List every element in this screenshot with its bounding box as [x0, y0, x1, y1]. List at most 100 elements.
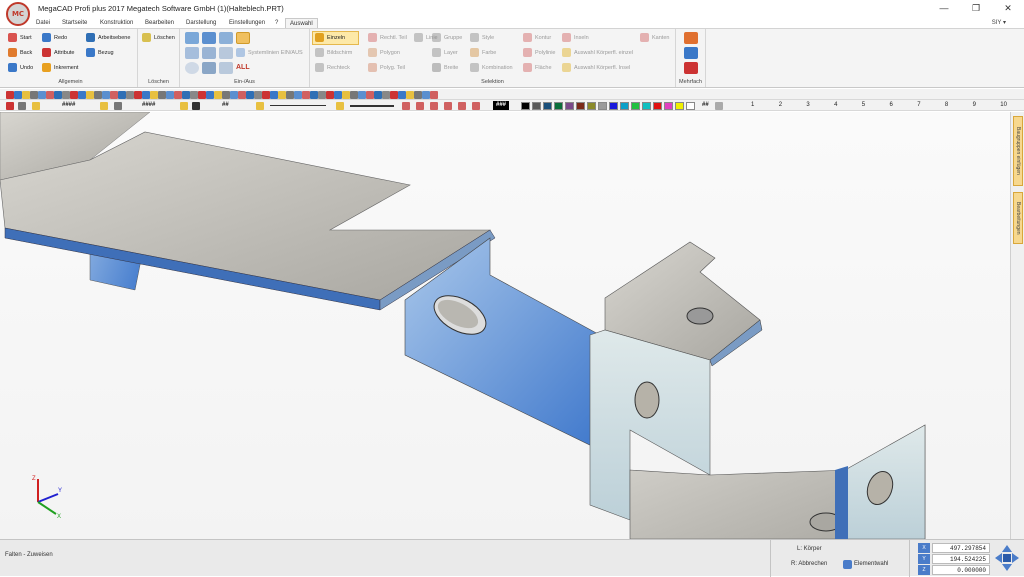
attribute-button[interactable]: Attribute: [42, 47, 74, 59]
color-swatch[interactable]: [532, 102, 541, 110]
draw-icon-4[interactable]: [444, 102, 452, 110]
inseln-button[interactable]: Inseln: [562, 32, 589, 44]
breite-button[interactable]: Breite: [432, 62, 458, 74]
arc-icon[interactable]: [202, 32, 216, 44]
undo-button[interactable]: Undo: [8, 62, 33, 74]
tool-icon[interactable]: [294, 91, 302, 99]
point-icon[interactable]: [185, 32, 199, 44]
tool-icon[interactable]: [254, 91, 262, 99]
color-swatch[interactable]: [631, 102, 640, 110]
kombination-button[interactable]: Kombination: [470, 62, 513, 74]
tool-icon[interactable]: [326, 91, 334, 99]
systemlinien-toggle[interactable]: Systemlinien EIN/AUS: [236, 47, 303, 59]
style-icon-1[interactable]: [6, 102, 14, 110]
tool-icon[interactable]: [174, 91, 182, 99]
tool-icon[interactable]: [246, 91, 254, 99]
sheet-metal-model[interactable]: [0, 112, 1010, 539]
tool-icon[interactable]: [70, 91, 78, 99]
tool-icon[interactable]: [278, 91, 286, 99]
close-button[interactable]: ✕: [994, 2, 1022, 15]
tool-icon[interactable]: [62, 91, 70, 99]
line-style-field[interactable]: ####: [62, 101, 75, 110]
tool-icon[interactable]: [38, 91, 46, 99]
tool-icon[interactable]: [22, 91, 30, 99]
tool-icon[interactable]: [286, 91, 294, 99]
tool-icon[interactable]: [374, 91, 382, 99]
coord-x-value[interactable]: 497.297854: [932, 543, 990, 553]
inkrement-button[interactable]: Inkrement: [42, 62, 78, 74]
color-swatch[interactable]: [565, 102, 574, 110]
redo-button[interactable]: Redo: [42, 32, 67, 44]
tab-startseite[interactable]: Startseite: [58, 18, 91, 28]
tool-icon[interactable]: [166, 91, 174, 99]
color-swatch[interactable]: [587, 102, 596, 110]
tool-icon[interactable]: [230, 91, 238, 99]
kontur-button[interactable]: Kontur: [523, 32, 551, 44]
tool-icon[interactable]: [302, 91, 310, 99]
cross-icon[interactable]: [185, 47, 199, 59]
flaeche-button[interactable]: Fläche: [523, 62, 552, 74]
delete-button[interactable]: Löschen: [142, 32, 175, 44]
draw-icon-5[interactable]: [458, 102, 466, 110]
style-button[interactable]: Style: [470, 32, 494, 44]
tool-icon[interactable]: [14, 91, 22, 99]
color-swatch[interactable]: [609, 102, 618, 110]
layer-button[interactable]: Layer: [432, 47, 458, 59]
tab-darstellung[interactable]: Darstellung: [182, 18, 220, 28]
line-type-preview[interactable]: [270, 105, 326, 106]
tool-icon[interactable]: [318, 91, 326, 99]
arbeitsebene-button[interactable]: Arbeitsebene: [86, 32, 130, 44]
multi-1-icon[interactable]: [684, 32, 698, 44]
color-swatch[interactable]: [686, 102, 695, 110]
coord-z-value[interactable]: 0.000000: [932, 565, 990, 575]
tool-icon[interactable]: [150, 91, 158, 99]
app-logo[interactable]: MC: [6, 2, 30, 26]
style-icon-6[interactable]: [180, 102, 188, 110]
color-swatch[interactable]: [576, 102, 585, 110]
rechtl-teil-button[interactable]: Rechtl. Teil: [368, 32, 407, 44]
tool-icon[interactable]: [334, 91, 342, 99]
tab-bearbeiten[interactable]: Bearbeiten: [141, 18, 178, 28]
tool-icon[interactable]: [182, 91, 190, 99]
hatch-icon[interactable]: [219, 62, 233, 74]
all-button[interactable]: ALL: [236, 62, 250, 74]
tool-icon[interactable]: [422, 91, 430, 99]
text-style-field[interactable]: ##: [222, 101, 229, 110]
tool-icon[interactable]: [382, 91, 390, 99]
color-swatch[interactable]: [521, 102, 530, 110]
tab-auswahl[interactable]: Auswahl: [285, 18, 318, 28]
style-icon-7[interactable]: [256, 102, 264, 110]
polylinie-button[interactable]: Polylinie: [523, 47, 555, 59]
style-icon-5[interactable]: [114, 102, 122, 110]
tab-konstruktion[interactable]: Konstruktion: [96, 18, 137, 28]
polyg-teil-button[interactable]: Polyg. Teil: [368, 62, 405, 74]
bildschirm-button[interactable]: Bildschirm: [315, 47, 352, 59]
circle-icon[interactable]: [185, 62, 199, 74]
tool-icon[interactable]: [118, 91, 126, 99]
einzeln-button[interactable]: Einzeln: [315, 32, 345, 44]
color-swatch[interactable]: [543, 102, 552, 110]
line-width-field[interactable]: ####: [142, 101, 155, 110]
draw-icon-2[interactable]: [416, 102, 424, 110]
tool-icon[interactable]: [190, 91, 198, 99]
color-swatch[interactable]: [653, 102, 662, 110]
element-select-label[interactable]: Elementwahl: [854, 561, 888, 567]
rechteck-button[interactable]: Rechteck: [315, 62, 350, 74]
user-menu[interactable]: SIY ▾: [992, 18, 1006, 28]
tool-icon[interactable]: [78, 91, 86, 99]
tool-icon[interactable]: [134, 91, 142, 99]
tool-icon[interactable]: [406, 91, 414, 99]
3d-viewport[interactable]: Z Y X: [0, 112, 1010, 539]
line-weight-preview[interactable]: [350, 105, 394, 107]
frame-icon[interactable]: [202, 62, 216, 74]
style-icon-3[interactable]: [32, 102, 40, 110]
style-icon-4[interactable]: [100, 102, 108, 110]
draw-icon-3[interactable]: [430, 102, 438, 110]
navigation-pad-icon[interactable]: [994, 544, 1020, 572]
tool-icon[interactable]: [86, 91, 94, 99]
maximize-button[interactable]: ❐: [962, 2, 990, 15]
coord-y-value[interactable]: 194.524225: [932, 554, 990, 564]
tool-icon[interactable]: [222, 91, 230, 99]
pen-icon[interactable]: [192, 102, 200, 110]
tool-icon[interactable]: [198, 91, 206, 99]
